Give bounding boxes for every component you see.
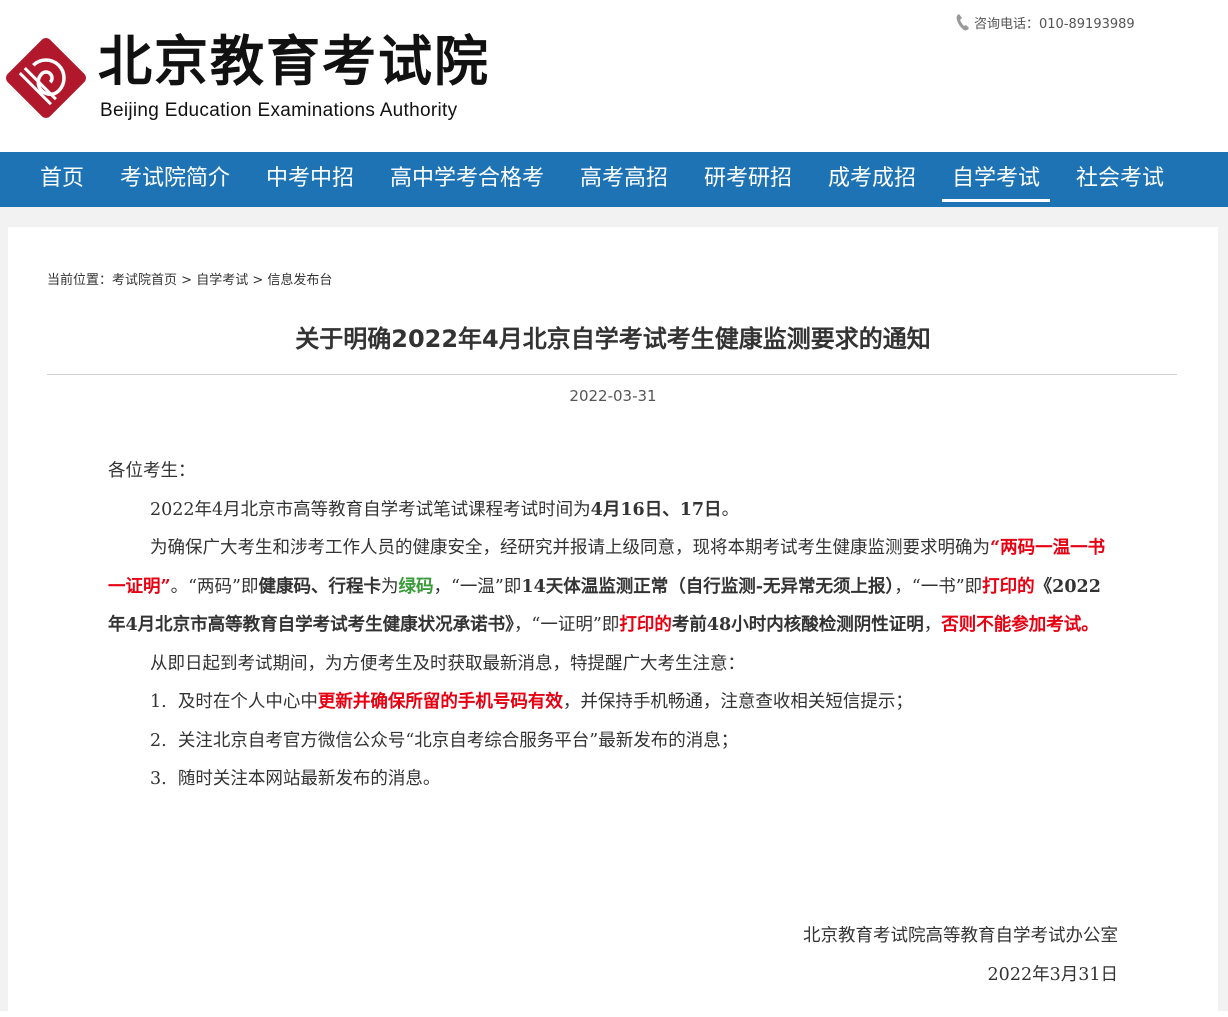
hotline-text: 咨询电话：010-89193989 [974, 16, 1135, 32]
signature-org: 北京教育考试院高等教育自学考试办公室 [803, 926, 1118, 946]
article-date: 2022-03-31 [569, 387, 657, 405]
breadcrumb-sep: > [177, 273, 197, 288]
nav-hegekao[interactable]: 高中学考合格考 [390, 152, 544, 207]
nav-home[interactable]: 首页 [40, 152, 84, 207]
paragraph-2: 为确保广大考生和涉考工作人员的健康安全，经研究并报请上级同意，现将本期考试考生健… [108, 538, 1106, 635]
article-title: 关于明确2022年4月北京自学考试考生健康监测要求的通知 [295, 325, 931, 353]
list-item: 2. 关注北京自考官方微信公众号“北京自考综合服务平台”最新发布的消息； [150, 730, 739, 751]
nav-about[interactable]: 考试院简介 [120, 152, 230, 207]
greeting: 各位考生： [108, 461, 196, 481]
paragraph-3: 从即日起到考试期间，为方便考生及时获取最新消息，特提醒广大考生注意： [150, 653, 745, 674]
breadcrumb-zikao[interactable]: 自学考试 [196, 273, 248, 288]
paragraph-1: 2022年4月北京市高等教育自学考试笔试课程考试时间为4月16日、17日。 [150, 499, 740, 520]
signature-date: 2022年3月31日 [987, 965, 1118, 985]
breadcrumb: 当前位置：考试院首页 > 自学考试 > 信息发布台 [47, 269, 332, 288]
content-wrap: 当前位置：考试院首页 > 自学考试 > 信息发布台 关于明确2022年4月北京自… [0, 207, 1228, 1017]
breadcrumb-prefix: 当前位置： [47, 273, 113, 288]
site-title-en: Beijing Education Examinations Authority [100, 100, 458, 121]
main-nav: 首页 考试院简介 中考中招 高中学考合格考 高考高招 研考研招 成考成招 自学考… [0, 152, 1228, 207]
article-body: 各位考生： 2022年4月北京市高等教育自学考试笔试课程考试时间为4月16日、1… [108, 452, 1118, 799]
title-divider [47, 374, 1177, 375]
nav-shehui[interactable]: 社会考试 [1076, 152, 1164, 207]
phone-icon [956, 14, 969, 31]
hotline: 咨询电话：010-89193989 [956, 12, 1135, 32]
breadcrumb-sep: > [248, 273, 268, 288]
site-title-cn[interactable]: 北京教育考试院 [98, 26, 490, 96]
list-item: 1. 及时在个人中心中更新并确保所留的手机号码有效，并保持手机畅通，注意查收相关… [150, 692, 913, 712]
signature: 北京教育考试院高等教育自学考试办公室 2022年3月31日 [803, 917, 1118, 995]
article-card: 当前位置：考试院首页 > 自学考试 > 信息发布台 关于明确2022年4月北京自… [8, 227, 1218, 1017]
breadcrumb-home[interactable]: 考试院首页 [112, 273, 177, 288]
nav-gaokao[interactable]: 高考高招 [580, 152, 668, 207]
site-header: 北京教育考试院 Beijing Education Examinations A… [0, 0, 1228, 152]
logo-icon[interactable] [6, 38, 86, 118]
list-item: 3. 随时关注本网站最新发布的消息。 [150, 769, 441, 789]
nav-zikao[interactable]: 自学考试 [941, 152, 1051, 207]
nav-zhongkao[interactable]: 中考中招 [266, 152, 354, 207]
nav-yankao[interactable]: 研考研招 [704, 152, 792, 207]
nav-chengkao[interactable]: 成考成招 [828, 152, 916, 207]
breadcrumb-current[interactable]: 信息发布台 [267, 273, 332, 288]
